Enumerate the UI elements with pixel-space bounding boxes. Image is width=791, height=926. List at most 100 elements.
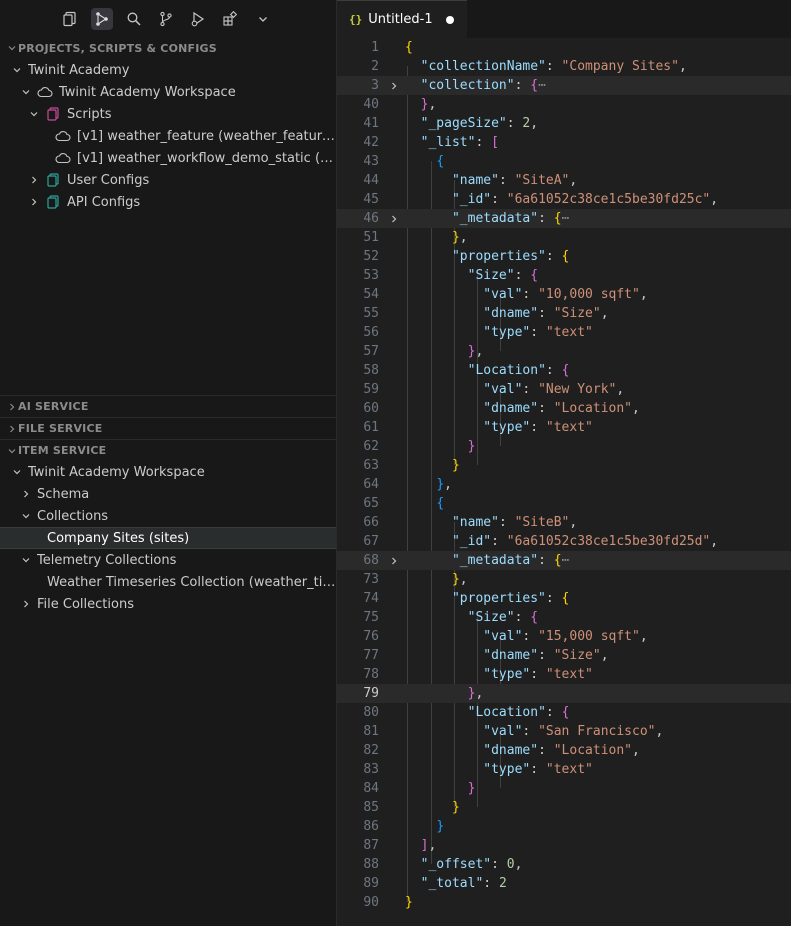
code-line[interactable]: 45 "_id": "6a61052c38ce1c5be30fd25c",	[337, 190, 791, 209]
code-text: "dname": "Location",	[405, 741, 640, 760]
code-line[interactable]: 44 "name": "SiteA",	[337, 171, 791, 190]
item-service-section-header[interactable]: ITEM SERVICE	[0, 439, 336, 461]
code-line[interactable]: 67 "_id": "6a61052c38ce1c5be30fd25d",	[337, 532, 791, 551]
code-line[interactable]: 40 },	[337, 95, 791, 114]
tree-item-script-weather-workflow[interactable]: [v1] weather_workflow_demo_static (weat.…	[0, 147, 336, 169]
code-line[interactable]: 63 }	[337, 456, 791, 475]
code-line[interactable]: 80 "Location": {	[337, 703, 791, 722]
tree-item-api-configs[interactable]: API Configs	[0, 191, 336, 213]
code-line[interactable]: 52 "properties": {	[337, 247, 791, 266]
tree-item-twinit-academy[interactable]: Twinit Academy	[0, 59, 336, 81]
code-line[interactable]: 61 "type": "text"	[337, 418, 791, 437]
code-line[interactable]: 68 "_metadata": {⋯	[337, 551, 791, 570]
code-token: ,	[459, 572, 468, 587]
code-text: "collection": {⋯	[405, 76, 546, 95]
code-line[interactable]: 66 "name": "SiteB",	[337, 513, 791, 532]
code-line[interactable]: 88 "_offset": 0,	[337, 855, 791, 874]
code-token: "Size"	[553, 306, 601, 321]
search-icon[interactable]	[123, 8, 145, 30]
code-line[interactable]: 46 "_metadata": {⋯	[337, 209, 791, 228]
line-number: 55	[363, 306, 379, 321]
code-line[interactable]: 89 "_total": 2	[337, 874, 791, 893]
tree-item-scripts[interactable]: Scripts	[0, 103, 336, 125]
tab-untitled-1[interactable]: {} Untitled-1	[337, 0, 467, 38]
code-line[interactable]: 77 "dname": "Size",	[337, 646, 791, 665]
tree-item-file-collections[interactable]: File Collections	[0, 593, 336, 615]
code-line[interactable]: 82 "dname": "Location",	[337, 741, 791, 760]
tree-item-workspace[interactable]: Twinit Academy Workspace	[0, 81, 336, 103]
code-line[interactable]: 53 "Size": {	[337, 266, 791, 285]
run-debug-icon[interactable]	[187, 8, 209, 30]
tree-item-weather-timeseries[interactable]: Weather Timeseries Collection (weather_t…	[0, 571, 336, 593]
code-line[interactable]: 86 }	[337, 817, 791, 836]
code-line[interactable]: 81 "val": "San Francisco",	[337, 722, 791, 741]
code-line[interactable]: 87 ],	[337, 836, 791, 855]
code-line[interactable]: 64 },	[337, 475, 791, 494]
line-number: 64	[363, 477, 379, 492]
code-line[interactable]: 41 "_pageSize": 2,	[337, 114, 791, 133]
code-line[interactable]: 73 },	[337, 570, 791, 589]
code-token: "dname"	[483, 648, 539, 663]
code-token: }	[451, 230, 460, 245]
ai-service-section-header[interactable]: AI SERVICE	[0, 395, 336, 417]
file-service-section-header[interactable]: FILE SERVICE	[0, 417, 336, 439]
line-number: 77	[363, 648, 379, 663]
code-line[interactable]: 85 }	[337, 798, 791, 817]
code-line[interactable]: 83 "type": "text"	[337, 760, 791, 779]
chevron-down-icon[interactable]	[252, 8, 274, 30]
code-line[interactable]: 62 }	[337, 437, 791, 456]
code-line[interactable]: 56 "type": "text"	[337, 323, 791, 342]
code-token: ,	[459, 230, 468, 245]
code-line[interactable]: 78 "type": "text"	[337, 665, 791, 684]
code-line[interactable]: 76 "val": "15,000 sqft",	[337, 627, 791, 646]
code-token: "type"	[483, 667, 531, 682]
fold-chevron-icon[interactable]	[389, 213, 399, 223]
code-line[interactable]: 60 "dname": "Location",	[337, 399, 791, 418]
tree-item-user-configs[interactable]: User Configs	[0, 169, 336, 191]
code-line[interactable]: 90}	[337, 893, 791, 912]
extensions-icon[interactable]	[219, 8, 241, 30]
code-editor[interactable]: 1{2 "collectionName": "Company Sites", 3 …	[337, 38, 791, 926]
code-line[interactable]: 74 "properties": {	[337, 589, 791, 608]
tree-item-telemetry-collections[interactable]: Telemetry Collections	[0, 549, 336, 571]
source-control-icon[interactable]	[155, 8, 177, 30]
tree-item-label: File Collections	[37, 596, 134, 612]
code-line[interactable]: 59 "val": "New York",	[337, 380, 791, 399]
tree-item-script-weather-feature[interactable]: [v1] weather_feature (weather_feature) <…	[0, 125, 336, 147]
code-token: "San Francisco"	[538, 724, 656, 739]
code-line[interactable]: 75 "Size": {	[337, 608, 791, 627]
code-line[interactable]: 58 "Location": {	[337, 361, 791, 380]
code-line[interactable]: 51 },	[337, 228, 791, 247]
code-line[interactable]: 54 "val": "10,000 sqft",	[337, 285, 791, 304]
fold-chevron-icon[interactable]	[389, 555, 399, 565]
tree-item-workspace[interactable]: Twinit Academy Workspace	[0, 461, 336, 483]
tree-item-schema[interactable]: Schema	[0, 483, 336, 505]
code-line[interactable]: 2 "collectionName": "Company Sites",	[337, 57, 791, 76]
code-token: ,	[569, 515, 578, 530]
unsaved-dot-icon[interactable]	[446, 16, 454, 24]
code-line[interactable]: 3 "collection": {⋯	[337, 76, 791, 95]
code-line[interactable]: 57 },	[337, 342, 791, 361]
code-line[interactable]: 84 }	[337, 779, 791, 798]
code-line[interactable]: 65 {	[337, 494, 791, 513]
tree-item-company-sites[interactable]: Company Sites (sites)	[0, 527, 336, 549]
tree-item-collections[interactable]: Collections	[0, 505, 336, 527]
code-line[interactable]: 43 {	[337, 152, 791, 171]
json-file-icon: {}	[349, 13, 363, 26]
code-line[interactable]: 42 "_list": [	[337, 133, 791, 152]
copy-icon[interactable]	[59, 8, 81, 30]
code-line[interactable]: 1{	[337, 38, 791, 57]
fold-chevron-icon[interactable]	[389, 80, 399, 90]
code-line[interactable]: 55 "dname": "Size",	[337, 304, 791, 323]
projects-section-header[interactable]: PROJECTS, SCRIPTS & CONFIGS	[0, 37, 336, 59]
line-number: 46	[363, 211, 379, 226]
source-graph-icon[interactable]	[91, 8, 113, 30]
code-line[interactable]: 79 },	[337, 684, 791, 703]
